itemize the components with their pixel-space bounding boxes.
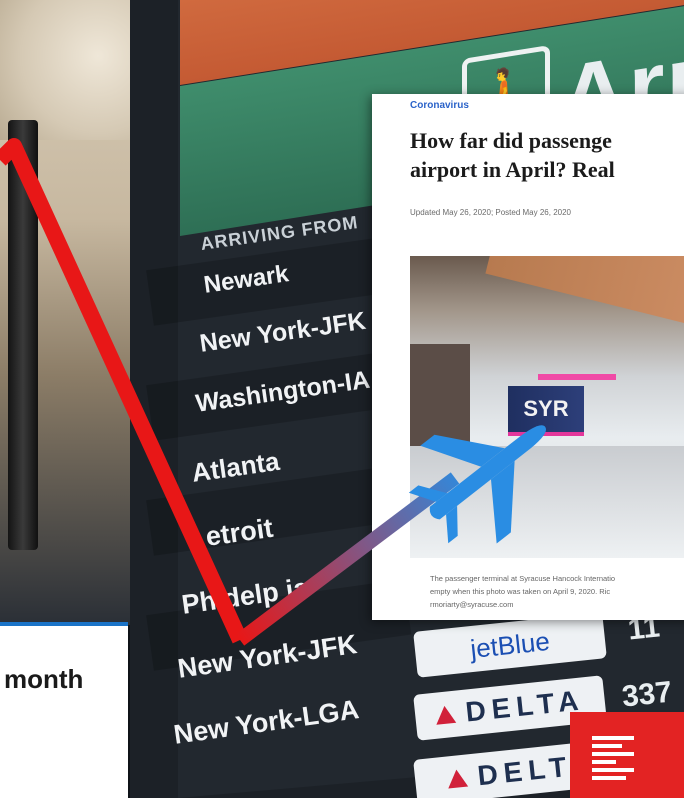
decline-trend-line (0, 138, 248, 644)
brand-logo (570, 712, 684, 798)
chart-caption-card: month (0, 622, 128, 798)
airplane-icon (408, 425, 546, 544)
caption-month-label: month (4, 664, 84, 694)
screenshot-scene: 🚶 Arr ARRIVING FROM Newark New York-JFK … (0, 0, 684, 798)
menu-lines-icon (592, 736, 634, 784)
recovery-trend-line (235, 472, 460, 646)
